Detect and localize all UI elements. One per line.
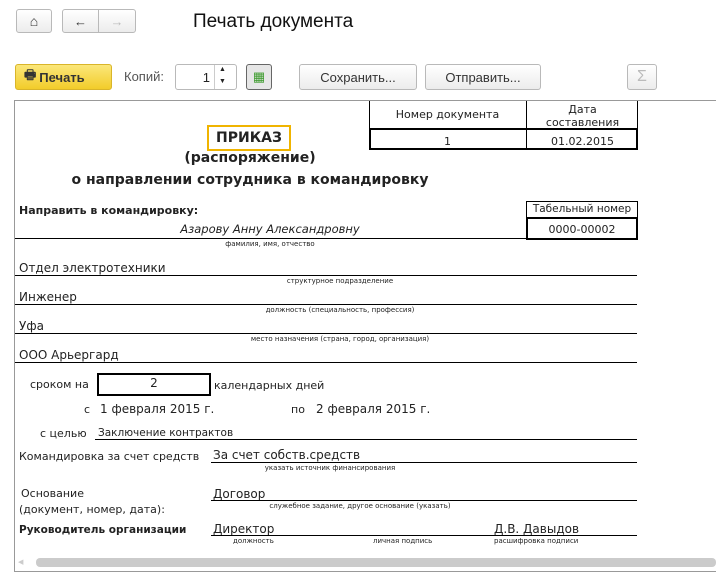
- to-date: 2 февраля 2015 г.: [316, 402, 431, 416]
- copies-label: Копий:: [124, 69, 164, 84]
- position-caption: должность (специальность, профессия): [265, 306, 415, 314]
- sum-button[interactable]: Σ: [627, 64, 657, 90]
- term-unit: календарных дней: [214, 379, 325, 392]
- purpose: Заключение контрактов: [98, 427, 234, 439]
- organization: ООО Арьергард: [19, 348, 119, 362]
- doc-number-header: Номер документа: [395, 108, 500, 121]
- print-button[interactable]: 🖶 Печать: [15, 64, 112, 90]
- decrement-button[interactable]: ▼: [219, 78, 226, 85]
- doc-number: 1: [444, 135, 451, 148]
- basis-label-2: (документ, номер, дата):: [19, 503, 165, 516]
- scroll-left-icon[interactable]: ◀: [18, 558, 23, 566]
- back-button[interactable]: ←: [62, 9, 99, 33]
- employee-name: Азарову Анну Александровну: [180, 222, 360, 236]
- arrow-left-icon: ←: [74, 13, 87, 29]
- department: Отдел электротехники: [19, 261, 166, 275]
- employee-caption: фамилия, имя, отчество: [225, 240, 315, 248]
- send-button[interactable]: Отправить...: [425, 64, 541, 90]
- table-edit-icon: ▦: [252, 69, 266, 84]
- date-header: Дата: [568, 103, 597, 116]
- home-icon: ⌂: [29, 13, 39, 29]
- head-position: Директор: [213, 522, 275, 536]
- tab-number: 0000-00002: [548, 223, 616, 236]
- print-label: Печать: [39, 69, 85, 85]
- funding: За счет собств.средств: [213, 448, 361, 462]
- destination-caption: место назначения (страна, город, организ…: [250, 335, 430, 343]
- position: Инженер: [19, 290, 77, 304]
- edit-document-button[interactable]: ▦: [246, 64, 272, 90]
- home-button[interactable]: ⌂: [16, 9, 52, 33]
- increment-button[interactable]: ▲: [219, 66, 226, 73]
- basis-caption: служебное задание, другое основание (ука…: [269, 502, 451, 510]
- purpose-label: с целью: [40, 427, 87, 440]
- department-caption: структурное подразделение: [286, 277, 394, 285]
- caption-name: расшифровка подписи: [494, 537, 579, 545]
- caption-position: должность: [233, 537, 274, 545]
- document-heading: о направлении сотрудника в командировку: [71, 172, 429, 188]
- page-title: Печать документа: [193, 11, 354, 32]
- caption-signature: личная подпись: [373, 537, 433, 545]
- date-header-2: составления: [545, 116, 620, 129]
- document-title[interactable]: ПРИКАЗ: [207, 125, 291, 151]
- term-days: 2: [150, 376, 158, 390]
- document-subtitle: (распоряжение): [184, 150, 316, 166]
- save-button[interactable]: Сохранить...: [299, 64, 417, 90]
- head-name: Д.В. Давыдов: [494, 522, 580, 536]
- head-label: Руководитель организации: [19, 524, 187, 536]
- arrow-right-icon: →: [110, 13, 124, 29]
- printer-icon: 🖶: [24, 67, 37, 82]
- send-label: Направить в командировку:: [19, 204, 199, 217]
- basis: Договор: [213, 487, 266, 501]
- destination: Уфа: [19, 319, 44, 333]
- copies-stepper[interactable]: 1 ▲ ▼: [175, 64, 237, 90]
- tab-number-header: Табельный номер: [532, 203, 632, 215]
- to-label: по: [291, 403, 305, 416]
- funding-caption: указать источник финансирования: [264, 464, 396, 472]
- copies-input[interactable]: 1: [203, 71, 210, 84]
- basis-label: Основание: [21, 487, 84, 500]
- forward-button[interactable]: →: [98, 9, 136, 33]
- doc-date: 01.02.2015: [551, 135, 614, 148]
- horizontal-scrollbar[interactable]: [36, 558, 716, 567]
- funding-label: Командировка за счет средств: [19, 450, 200, 463]
- from-label: с: [84, 403, 91, 416]
- term-label: сроком на: [30, 378, 89, 391]
- from-date: 1 февраля 2015 г.: [100, 402, 215, 416]
